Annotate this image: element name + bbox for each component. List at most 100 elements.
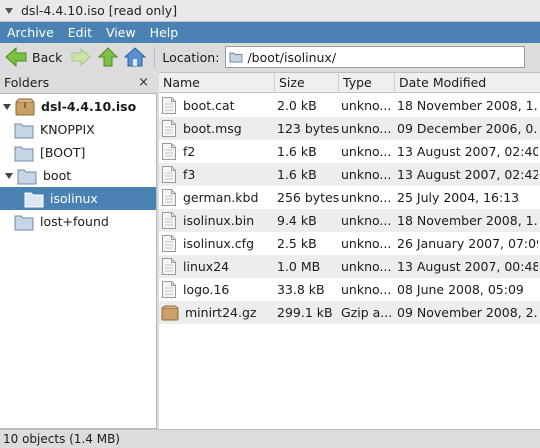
file-icon	[162, 189, 176, 206]
tree-item-label: boot	[43, 168, 72, 183]
close-icon[interactable]: ×	[138, 75, 149, 90]
toolbar: Back Location: /boot/isolinux/	[0, 43, 540, 71]
column-header-date[interactable]: Date Modified	[395, 73, 540, 93]
back-label: Back	[32, 49, 63, 65]
file-type: unkno...	[341, 98, 392, 113]
archive-icon	[161, 305, 179, 320]
file-type: unkno...	[341, 282, 392, 297]
column-header-size[interactable]: Size	[275, 73, 339, 93]
tree-item-knoppix[interactable]: KNOPPIX	[0, 118, 156, 141]
home-button[interactable]	[124, 45, 147, 69]
folders-title: Folders	[4, 75, 50, 90]
file-list: Name Size Type Date Modified boot.cat 2.0…	[159, 72, 540, 429]
file-type: unkno...	[341, 121, 392, 136]
file-name: f2	[183, 144, 196, 159]
menu-view[interactable]: View	[99, 22, 143, 43]
back-button[interactable]: Back	[4, 45, 62, 69]
folder-icon	[229, 52, 243, 63]
file-date: 25 July 2004, 16:13	[397, 190, 520, 205]
file-icon	[162, 258, 176, 275]
file-name-cell: boot.msg	[161, 117, 273, 140]
folder-icon	[17, 169, 37, 184]
file-size: 1.6 kB	[277, 167, 317, 182]
tree-item-lost-found[interactable]: lost+found	[0, 210, 156, 233]
location-field[interactable]: /boot/isolinux/	[225, 46, 526, 68]
file-icon	[162, 143, 176, 160]
toolbar-separator	[154, 46, 156, 68]
tree-item-label: isolinux	[50, 191, 98, 206]
tree-item-iso[interactable]: dsl-4.4.10.iso	[0, 95, 156, 118]
archive-icon	[15, 98, 35, 115]
window-title: dsl-4.4.10.iso [read only]	[21, 3, 178, 18]
file-size: 2.0 kB	[277, 98, 317, 113]
tree-item-boot-bracket[interactable]: [BOOT]	[0, 141, 156, 164]
forward-arrow-icon	[71, 47, 92, 67]
tree-item-label: dsl-4.4.10.iso	[41, 99, 137, 114]
column-header-type[interactable]: Type	[339, 73, 395, 93]
file-row[interactable]: german.kbd 256 bytes unkno... 25 July 2004,…	[159, 186, 540, 209]
file-type: unkno...	[341, 190, 392, 205]
file-row[interactable]: isolinux.cfg 2.5 kB unkno... 26 January 200…	[159, 232, 540, 255]
file-date: 13 August 2007, 02:40	[397, 144, 538, 159]
file-size: 33.8 kB	[277, 282, 325, 297]
forward-button[interactable]	[70, 45, 92, 69]
file-size: 1.6 kB	[277, 144, 317, 159]
file-type: unkno...	[341, 167, 392, 182]
file-icon	[162, 235, 176, 252]
back-arrow-icon	[5, 46, 27, 68]
file-date: 18 November 2008, 1...	[397, 98, 538, 113]
tree-item-isolinux[interactable]: isolinux	[0, 187, 156, 210]
file-name: isolinux.cfg	[183, 236, 255, 251]
file-size: 9.4 kB	[277, 213, 317, 228]
folders-pane-header: Folders ×	[0, 72, 157, 93]
file-row[interactable]: f3 1.6 kB unkno... 13 August 2007, 02:42	[159, 163, 540, 186]
expander-icon[interactable]	[3, 103, 11, 110]
file-size: 256 bytes	[277, 190, 339, 205]
menu-edit[interactable]: Edit	[61, 22, 99, 43]
up-arrow-icon	[98, 47, 119, 67]
file-date: 09 December 2006, 0...	[397, 121, 538, 136]
file-name: logo.16	[183, 282, 230, 297]
file-size: 299.1 kB	[277, 305, 333, 320]
file-row[interactable]: boot.msg 123 bytes unkno... 09 December 200…	[159, 117, 540, 140]
file-name-cell: linux24	[161, 255, 273, 278]
file-type: Gzip a...	[341, 305, 393, 320]
file-name: isolinux.bin	[183, 213, 255, 228]
file-name: boot.cat	[183, 98, 235, 113]
menu-help[interactable]: Help	[143, 22, 186, 43]
file-name-cell: german.kbd	[161, 186, 273, 209]
location-label: Location:	[162, 49, 220, 65]
file-size: 2.5 kB	[277, 236, 317, 251]
home-icon	[124, 47, 147, 67]
file-icon	[162, 97, 176, 114]
folder-icon	[14, 146, 34, 161]
file-date: 18 November 2008, 1...	[397, 213, 538, 228]
column-header-name[interactable]: Name	[159, 73, 275, 93]
file-row[interactable]: linux24 1.0 MB unkno... 13 August 2007, 00:…	[159, 255, 540, 278]
window-menu-icon[interactable]	[5, 7, 13, 14]
file-row[interactable]: logo.16 33.8 kB unkno... 08 June 2008, 05:0…	[159, 278, 540, 301]
file-row[interactable]: boot.cat 2.0 kB unkno... 18 November 2008, …	[159, 94, 540, 117]
up-button[interactable]	[97, 45, 119, 69]
location-value[interactable]: /boot/isolinux/	[247, 50, 336, 65]
file-row[interactable]: isolinux.bin 9.4 kB unkno... 18 November 20…	[159, 209, 540, 232]
file-name-cell: isolinux.cfg	[161, 232, 273, 255]
file-name-cell: isolinux.bin	[161, 209, 273, 232]
folder-icon	[14, 123, 34, 138]
tree-item-boot[interactable]: boot	[0, 164, 156, 187]
expander-icon[interactable]	[5, 172, 13, 179]
file-name: minirt24.gz	[185, 305, 257, 320]
file-icon	[162, 212, 176, 229]
folder-icon	[14, 215, 34, 230]
file-row[interactable]: f2 1.6 kB unkno... 13 August 2007, 02:40	[159, 140, 540, 163]
file-row[interactable]: minirt24.gz 299.1 kB Gzip a... 09 November …	[159, 301, 540, 324]
folder-tree: dsl-4.4.10.iso KNOPPIX [BOOT] boot isoli…	[0, 93, 157, 429]
file-name-cell: f2	[161, 140, 273, 163]
file-icon	[162, 120, 176, 137]
file-type: unkno...	[341, 144, 392, 159]
file-type: unkno...	[341, 236, 392, 251]
menu-archive[interactable]: Archive	[0, 22, 61, 43]
file-name: linux24	[183, 259, 230, 274]
file-type: unkno...	[341, 213, 392, 228]
file-name-cell: f3	[161, 163, 273, 186]
